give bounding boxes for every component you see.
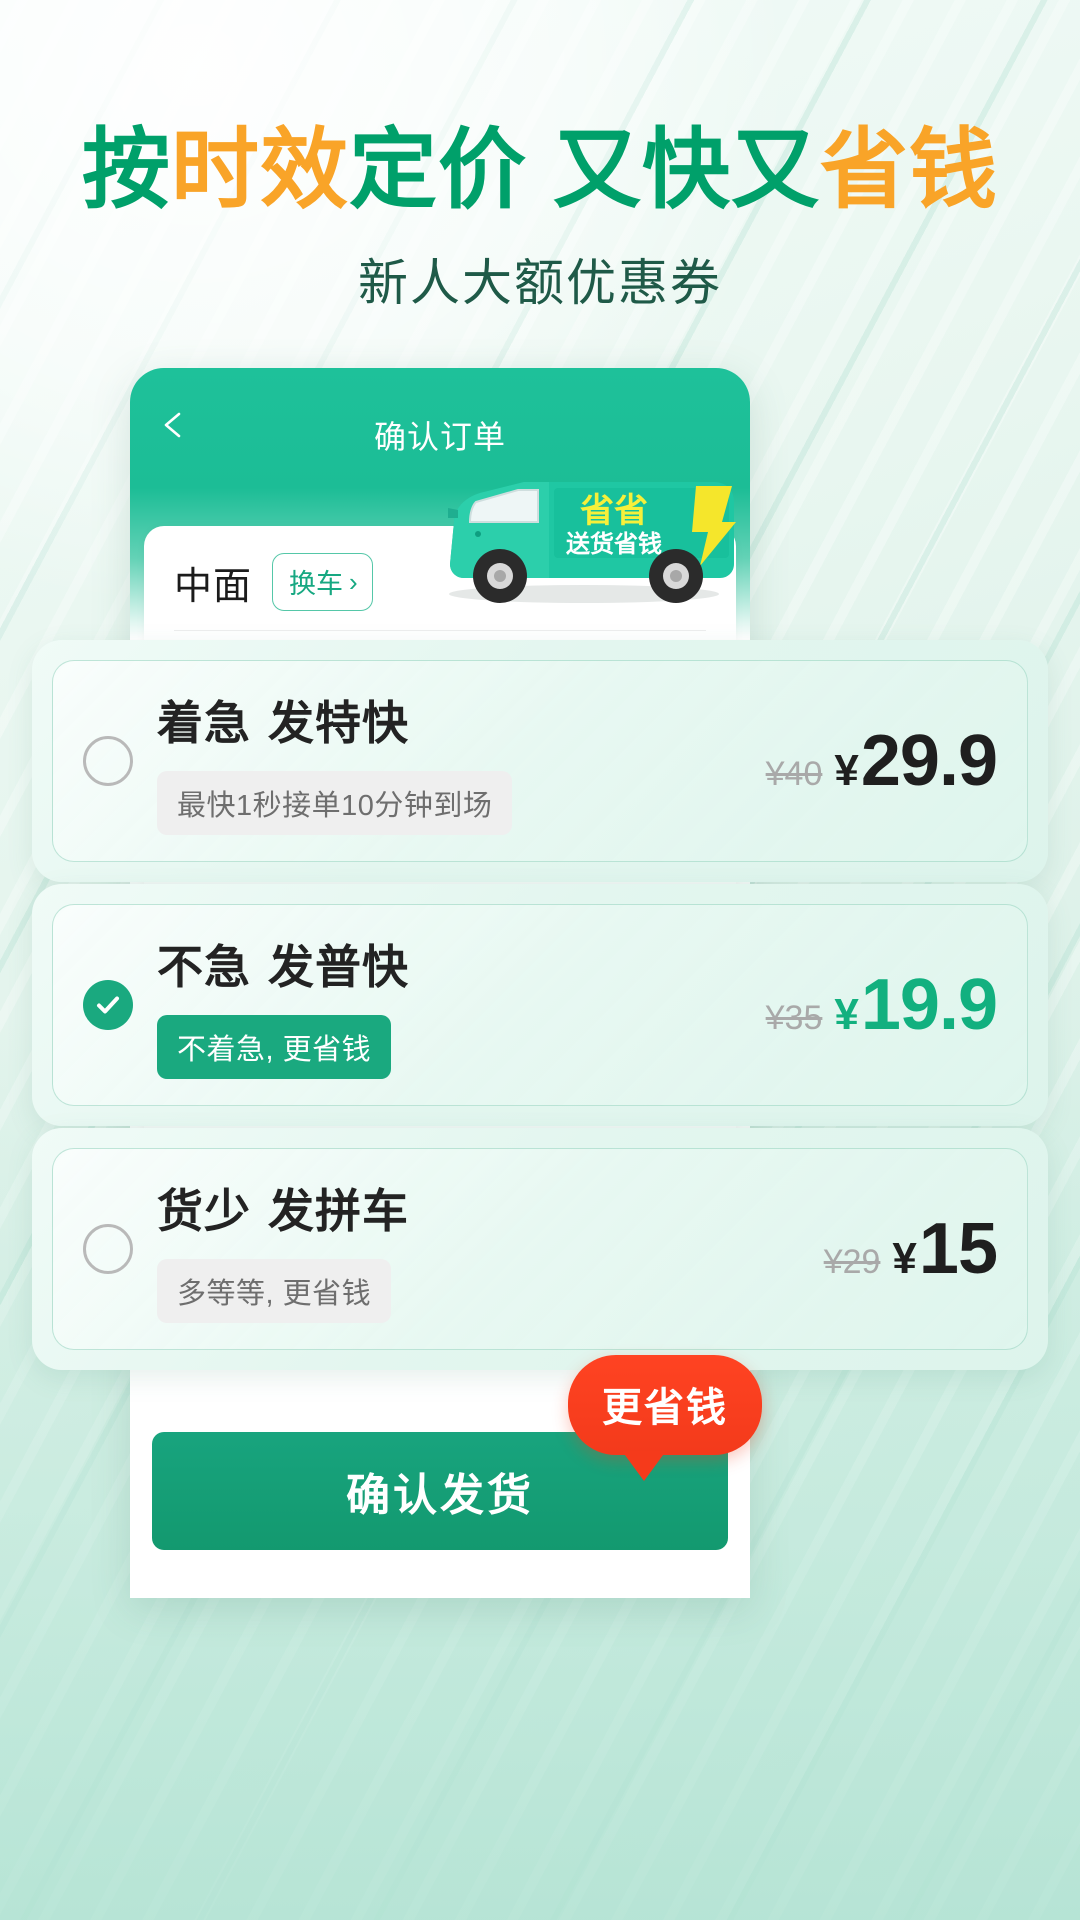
- subtitle: 新人大额优惠券: [0, 258, 1080, 308]
- save-more-badge-label: 更省钱: [602, 1386, 728, 1430]
- option-content: 不急 发普快 不着急, 更省钱: [157, 931, 766, 1079]
- headline: 按时效定价又快又省钱: [0, 126, 1080, 214]
- option-tag: 不着急, 更省钱: [157, 1015, 391, 1079]
- option-current-price: 15: [919, 1208, 997, 1290]
- vehicle-row: 中面 换车 ›: [144, 526, 736, 630]
- vehicle-name: 中面: [174, 555, 252, 610]
- option-original-price: ¥29: [824, 1243, 881, 1282]
- option-price: ¥29 ¥ 15: [824, 1208, 997, 1290]
- option-title: 货少 发拼车: [157, 1175, 824, 1241]
- headline-part-4: 又快又: [553, 126, 820, 214]
- option-price: ¥35 ¥ 19.9: [766, 964, 997, 1046]
- swap-vehicle-label: 换车: [289, 562, 343, 601]
- svg-text:省省: 省省: [580, 491, 648, 531]
- option-content: 货少 发拼车 多等等, 更省钱: [157, 1175, 824, 1323]
- option-card-standard[interactable]: 不急 发普快 不着急, 更省钱 ¥35 ¥ 19.9: [32, 884, 1048, 1126]
- currency-symbol: ¥: [892, 1234, 916, 1284]
- option-price: ¥40 ¥ 29.9: [766, 720, 997, 802]
- headline-part-2: 时效: [171, 126, 349, 214]
- page-title: 确认订单: [130, 412, 750, 458]
- van-illustration: 省省 送货省钱: [414, 460, 744, 610]
- option-title: 着急 发特快: [157, 687, 766, 753]
- option-title: 不急 发普快: [157, 931, 766, 997]
- headline-part-3: 定价: [349, 126, 527, 214]
- option-inner: 货少 发拼车 多等等, 更省钱 ¥29 ¥ 15: [52, 1148, 1028, 1350]
- radio-unselected-icon[interactable]: [83, 1224, 133, 1274]
- chevron-right-icon: ›: [349, 569, 358, 595]
- option-tag: 最快1秒接单10分钟到场: [157, 771, 512, 835]
- swap-vehicle-button[interactable]: 换车 ›: [272, 553, 373, 611]
- headline-part-1: 按: [82, 126, 171, 214]
- option-current-price: 29.9: [861, 720, 997, 802]
- option-current-price: 19.9: [861, 964, 997, 1046]
- radio-selected-icon[interactable]: [83, 980, 133, 1030]
- option-card-express[interactable]: 着急 发特快 最快1秒接单10分钟到场 ¥40 ¥ 29.9: [32, 640, 1048, 882]
- headline-part-5: 省钱: [820, 126, 998, 214]
- option-inner: 不急 发普快 不着急, 更省钱 ¥35 ¥ 19.9: [52, 904, 1028, 1106]
- option-content: 着急 发特快 最快1秒接单10分钟到场: [157, 687, 766, 835]
- option-inner: 着急 发特快 最快1秒接单10分钟到场 ¥40 ¥ 29.9: [52, 660, 1028, 862]
- currency-symbol: ¥: [834, 990, 858, 1040]
- option-original-price: ¥35: [766, 999, 823, 1038]
- svg-text:送货省钱: 送货省钱: [566, 530, 662, 558]
- option-card-carpool[interactable]: 货少 发拼车 多等等, 更省钱 ¥29 ¥ 15: [32, 1128, 1048, 1370]
- save-more-badge[interactable]: 更省钱: [568, 1355, 762, 1455]
- currency-symbol: ¥: [834, 746, 858, 796]
- option-original-price: ¥40: [766, 755, 823, 794]
- badge-tail: [622, 1451, 666, 1481]
- option-tag: 多等等, 更省钱: [157, 1259, 391, 1323]
- radio-unselected-icon[interactable]: [83, 736, 133, 786]
